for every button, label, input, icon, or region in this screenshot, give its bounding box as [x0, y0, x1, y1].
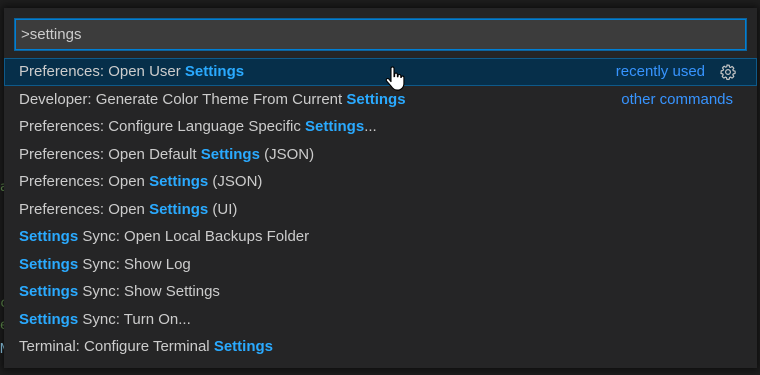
command-item[interactable]: Preferences: Configure Language Specific…: [4, 113, 757, 141]
command-label-match: Settings: [305, 118, 365, 135]
command-hint: recently used: [615, 63, 705, 80]
command-label-prefix: Preferences: Open User: [19, 63, 185, 80]
command-label-suffix: Sync: Turn On...: [78, 310, 191, 328]
gear-icon[interactable]: [719, 63, 737, 81]
command-item[interactable]: Preferences: Open Settings (JSON): [4, 168, 757, 196]
command-label-match: Settings: [149, 173, 209, 190]
command-label-prefix: Preferences: Configure Language Specific: [19, 118, 306, 135]
command-label-prefix: Preferences: Open: [19, 200, 150, 218]
command-label-suffix: Sync: Show Log: [78, 255, 191, 273]
command-item[interactable]: Settings Sync: Show Settings: [4, 278, 757, 306]
command-list: Preferences: Open User Settings recently…: [4, 58, 757, 361]
command-label-match: Settings: [19, 310, 79, 328]
command-item[interactable]: Settings Sync: Turn On...: [4, 306, 757, 334]
command-item[interactable]: Preferences: Open Default Settings (JSON…: [4, 141, 757, 169]
command-label-match: Settings: [184, 63, 245, 80]
command-item[interactable]: Preferences: Open Settings (UI): [4, 196, 757, 224]
command-label-suffix: ...: [364, 118, 377, 135]
editor-window: a c e N Preferences: Open User Settings …: [0, 0, 760, 375]
command-item[interactable]: Terminal: Configure Terminal Settings: [4, 333, 757, 361]
command-label-suffix: Sync: Show Settings: [78, 283, 220, 300]
command-label-prefix: Developer: Generate Color Theme From Cur…: [19, 90, 347, 108]
command-item[interactable]: Preferences: Open User Settings recently…: [4, 58, 757, 86]
command-palette: Preferences: Open User Settings recently…: [4, 8, 757, 368]
command-hint: other commands: [621, 90, 733, 108]
command-label-suffix: (JSON): [259, 145, 315, 163]
command-palette-input[interactable]: [21, 19, 731, 50]
command-item[interactable]: Developer: Generate Color Theme From Cur…: [4, 86, 757, 114]
command-label-match: Settings: [19, 255, 79, 273]
command-label-prefix: Preferences: Open Default: [19, 145, 201, 163]
command-item[interactable]: Settings Sync: Open Local Backups Folder: [4, 223, 757, 251]
command-label-match: Settings: [346, 90, 406, 108]
command-label-suffix: (JSON): [208, 173, 263, 190]
command-label-match: Settings: [149, 200, 209, 218]
command-label-match: Settings: [200, 145, 260, 163]
command-label-prefix: Terminal: Configure Terminal: [19, 338, 214, 355]
command-label-match: Settings: [19, 228, 79, 245]
command-label-match: Settings: [213, 338, 273, 355]
command-label-suffix: Sync: Open Local Backups Folder: [78, 228, 310, 245]
command-item[interactable]: Settings Sync: Show Log: [4, 251, 757, 279]
command-label-match: Settings: [19, 283, 79, 300]
command-label-prefix: Preferences: Open: [19, 173, 150, 190]
command-palette-input-box[interactable]: [14, 18, 747, 51]
command-label-suffix: (UI): [208, 200, 238, 218]
hand-pointer-icon: [385, 66, 405, 91]
